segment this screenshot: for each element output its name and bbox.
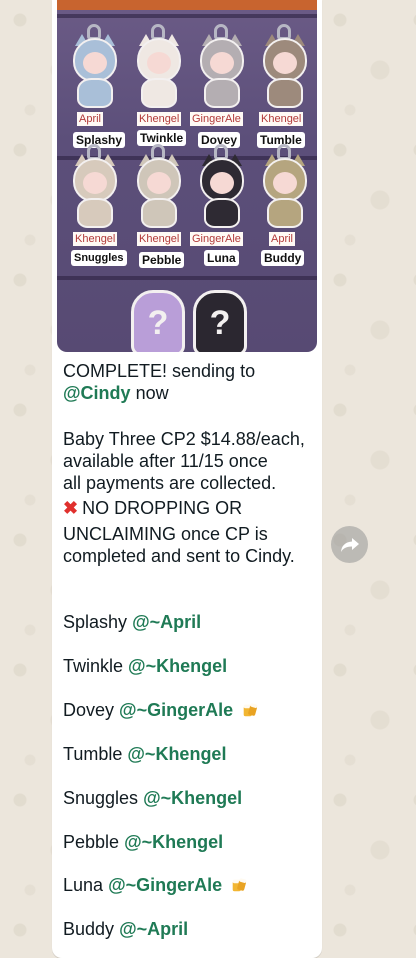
warning-line: UNCLAIMING once CP is	[63, 524, 268, 544]
mention-link[interactable]: @~April	[132, 612, 201, 632]
assignment-line: Snuggles @~Khengel	[63, 788, 243, 808]
mention-link[interactable]: @~Khengel	[124, 832, 223, 852]
charm-name-label: Pebble	[139, 252, 185, 268]
mystery-charm: ?	[193, 290, 247, 352]
charm-twinkle: Khengel Twinkle	[129, 14, 189, 146]
mention-link[interactable]: @Cindy	[63, 383, 131, 403]
beer-mugs-icon	[243, 703, 258, 717]
charm-splashy: April Splashy	[65, 14, 126, 148]
mention-link[interactable]: @~Khengel	[143, 788, 242, 808]
charm-owner-label: Khengel	[137, 112, 182, 126]
warning-line: completed and sent to Cindy.	[63, 546, 295, 566]
hanging-rod	[57, 276, 317, 280]
beer-mugs-icon	[232, 878, 247, 892]
assignment-line: Splashy @~April	[63, 612, 202, 632]
cross-mark-icon: ✖	[63, 498, 79, 518]
message-line: @Cindy now	[63, 383, 169, 403]
message-photo[interactable]: April Splashy Khengel Twinkle GingerAle …	[57, 0, 317, 352]
message-line: available after 11/15 once	[63, 451, 268, 471]
question-mark-icon: ?	[209, 303, 231, 342]
charm-tumble: Khengel Tumble	[255, 14, 315, 148]
charm-owner-label: GingerAle	[190, 232, 243, 246]
message-bubble[interactable]: April Splashy Khengel Twinkle GingerAle …	[52, 0, 322, 958]
photo-top-strip	[57, 0, 317, 10]
charm-pebble: Khengel Pebble	[129, 134, 189, 268]
mention-link[interactable]: @~Khengel	[128, 656, 227, 676]
mystery-charm: ?	[131, 290, 185, 352]
assignment-line: Luna @~GingerAle	[63, 874, 319, 896]
charm-luna: GingerAle Luna	[190, 134, 252, 266]
assignment-line: Twinkle @~Khengel	[63, 656, 228, 676]
charm-owner-label: April	[269, 232, 296, 246]
warning-line: ✖ NO DROPPING OR	[63, 498, 243, 518]
message-line: COMPLETE! sending to	[63, 361, 256, 381]
charm-owner-label: Khengel	[73, 232, 118, 246]
mention-link[interactable]: @~April	[119, 919, 188, 939]
charm-owner-label: April	[77, 112, 104, 126]
mention-link[interactable]: @~Khengel	[127, 744, 226, 764]
charm-name-label: Buddy	[261, 250, 305, 266]
charm-snuggles: Khengel Snuggles	[65, 134, 127, 266]
charm-owner-label: Khengel	[137, 232, 182, 246]
mention-link[interactable]: @~GingerAle	[119, 700, 233, 720]
charm-name-label: Snuggles	[71, 250, 127, 266]
assignment-line: Tumble @~Khengel	[63, 744, 227, 764]
question-mark-icon: ?	[147, 303, 169, 342]
charm-owner-label: GingerAle	[190, 112, 243, 126]
forward-icon	[340, 537, 359, 552]
charm-dovey: GingerAle Dovey	[190, 14, 252, 148]
message-line: Baby Three CP2 $14.88/each,	[63, 429, 305, 449]
charm-name-label: Luna	[204, 250, 239, 266]
assignment-line: Buddy @~April	[63, 919, 189, 939]
charm-owner-label: Khengel	[259, 112, 304, 126]
charm-buddy: April Buddy	[255, 134, 315, 266]
assignment-line: Dovey @~GingerAle	[63, 699, 319, 721]
forward-button[interactable]	[331, 526, 368, 563]
message-line: all payments are collected.	[63, 473, 277, 493]
mention-link[interactable]: @~GingerAle	[108, 875, 222, 895]
assignment-line: Pebble @~Khengel	[63, 832, 224, 852]
